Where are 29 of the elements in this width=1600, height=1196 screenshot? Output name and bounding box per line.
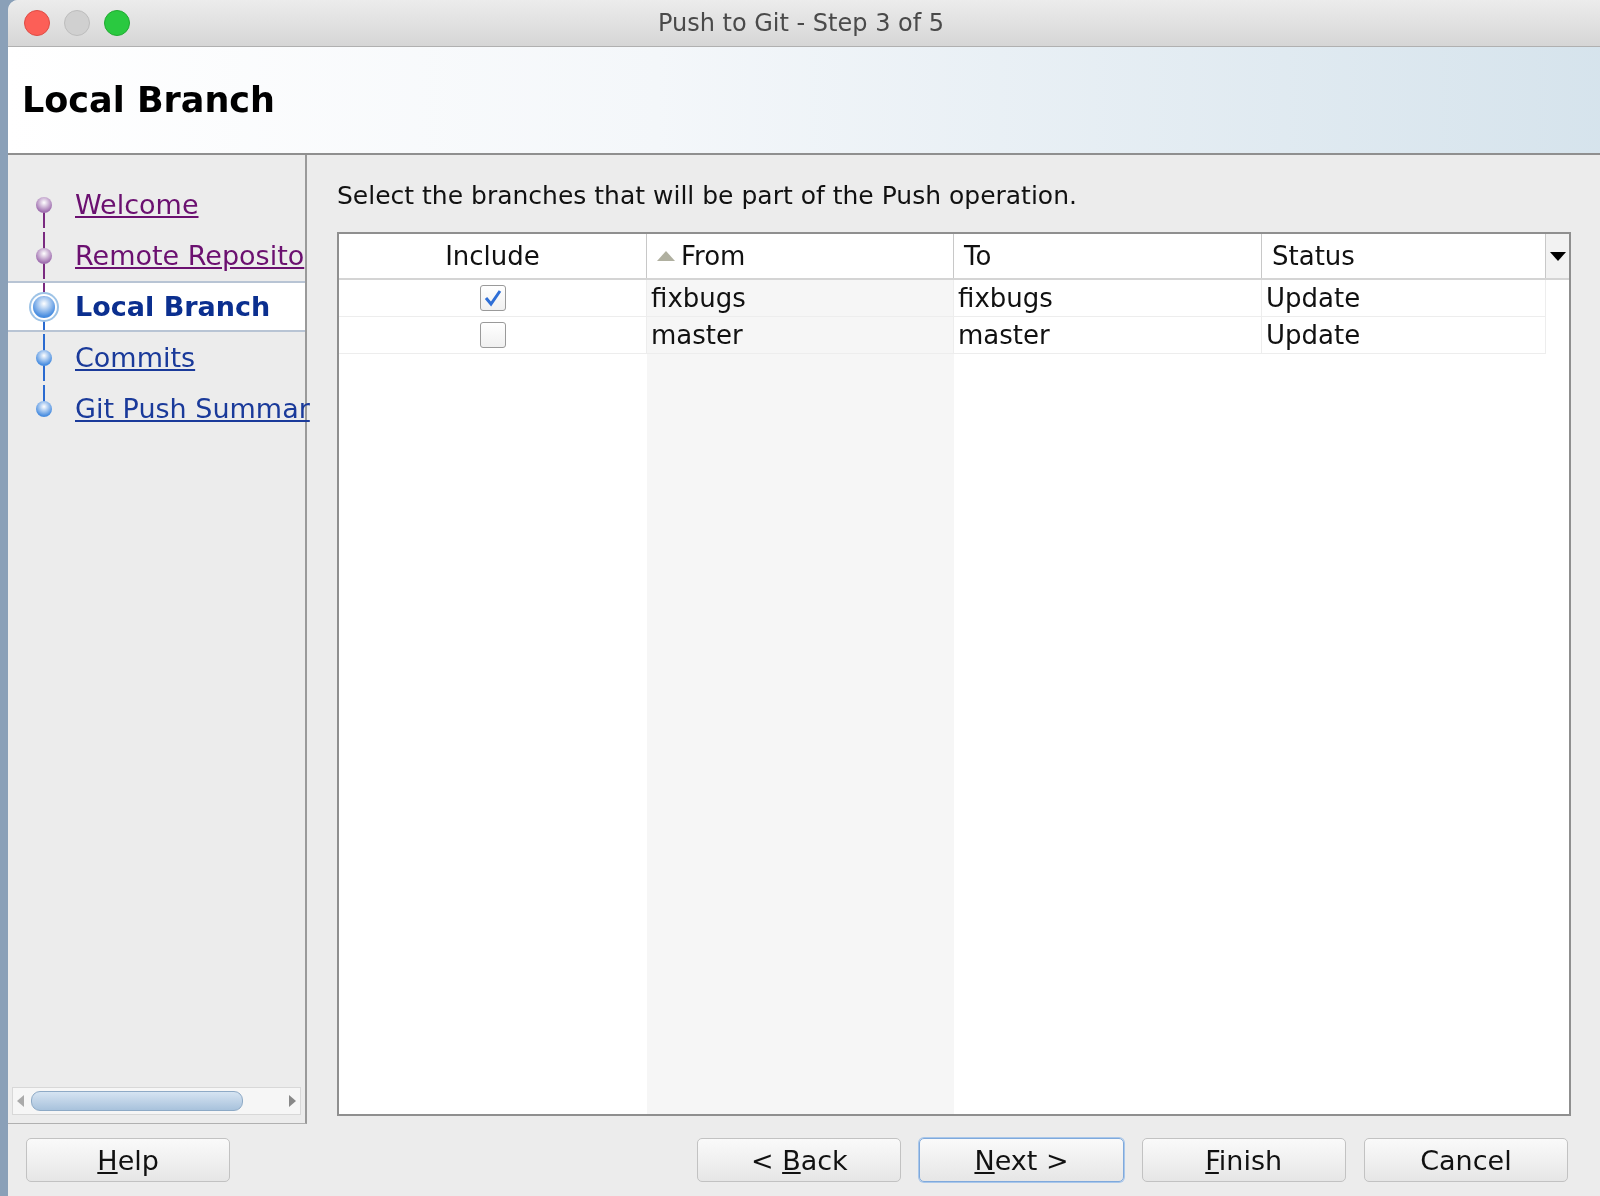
- table-cell: Update: [1266, 283, 1361, 313]
- dropdown-icon[interactable]: [1549, 251, 1566, 261]
- table-cell: fixbugs: [651, 283, 746, 313]
- zoom-button[interactable]: [104, 10, 130, 36]
- instruction-text: Select the branches that will be part of the Push operation.: [337, 181, 1078, 210]
- dialog-button[interactable]: Next >: [919, 1138, 1124, 1182]
- scroll-right-icon[interactable]: [288, 1095, 296, 1107]
- table-cell: Update: [1266, 320, 1361, 350]
- horizontal-scrollbar[interactable]: [12, 1087, 301, 1115]
- table-cell: master: [958, 320, 1050, 350]
- step-link[interactable]: Remote Reposito: [75, 240, 305, 271]
- window-title: Push to Git - Step 3 of 5: [657, 9, 945, 37]
- sort-ascending-icon: [657, 251, 675, 261]
- minimize-button[interactable]: [64, 10, 90, 36]
- dialog-button[interactable]: Help: [26, 1138, 231, 1182]
- table-cell: master: [651, 320, 743, 350]
- page-title: Local Branch: [22, 80, 276, 120]
- close-button[interactable]: [24, 10, 50, 36]
- table-cell: fixbugs: [958, 283, 1053, 313]
- step-link[interactable]: Commits: [75, 342, 196, 373]
- dialog-button[interactable]: Cancel: [1363, 1138, 1568, 1182]
- step-link[interactable]: Welcome: [75, 189, 199, 220]
- dialog-button[interactable]: Finish: [1141, 1138, 1346, 1182]
- scrollbar-thumb[interactable]: [31, 1091, 243, 1111]
- include-checkbox[interactable]: [479, 285, 506, 311]
- include-checkbox[interactable]: [479, 322, 506, 348]
- scroll-left-icon[interactable]: [17, 1095, 25, 1107]
- dialog-button[interactable]: < Back: [697, 1138, 902, 1182]
- step-link[interactable]: Git Push Summar: [75, 393, 310, 424]
